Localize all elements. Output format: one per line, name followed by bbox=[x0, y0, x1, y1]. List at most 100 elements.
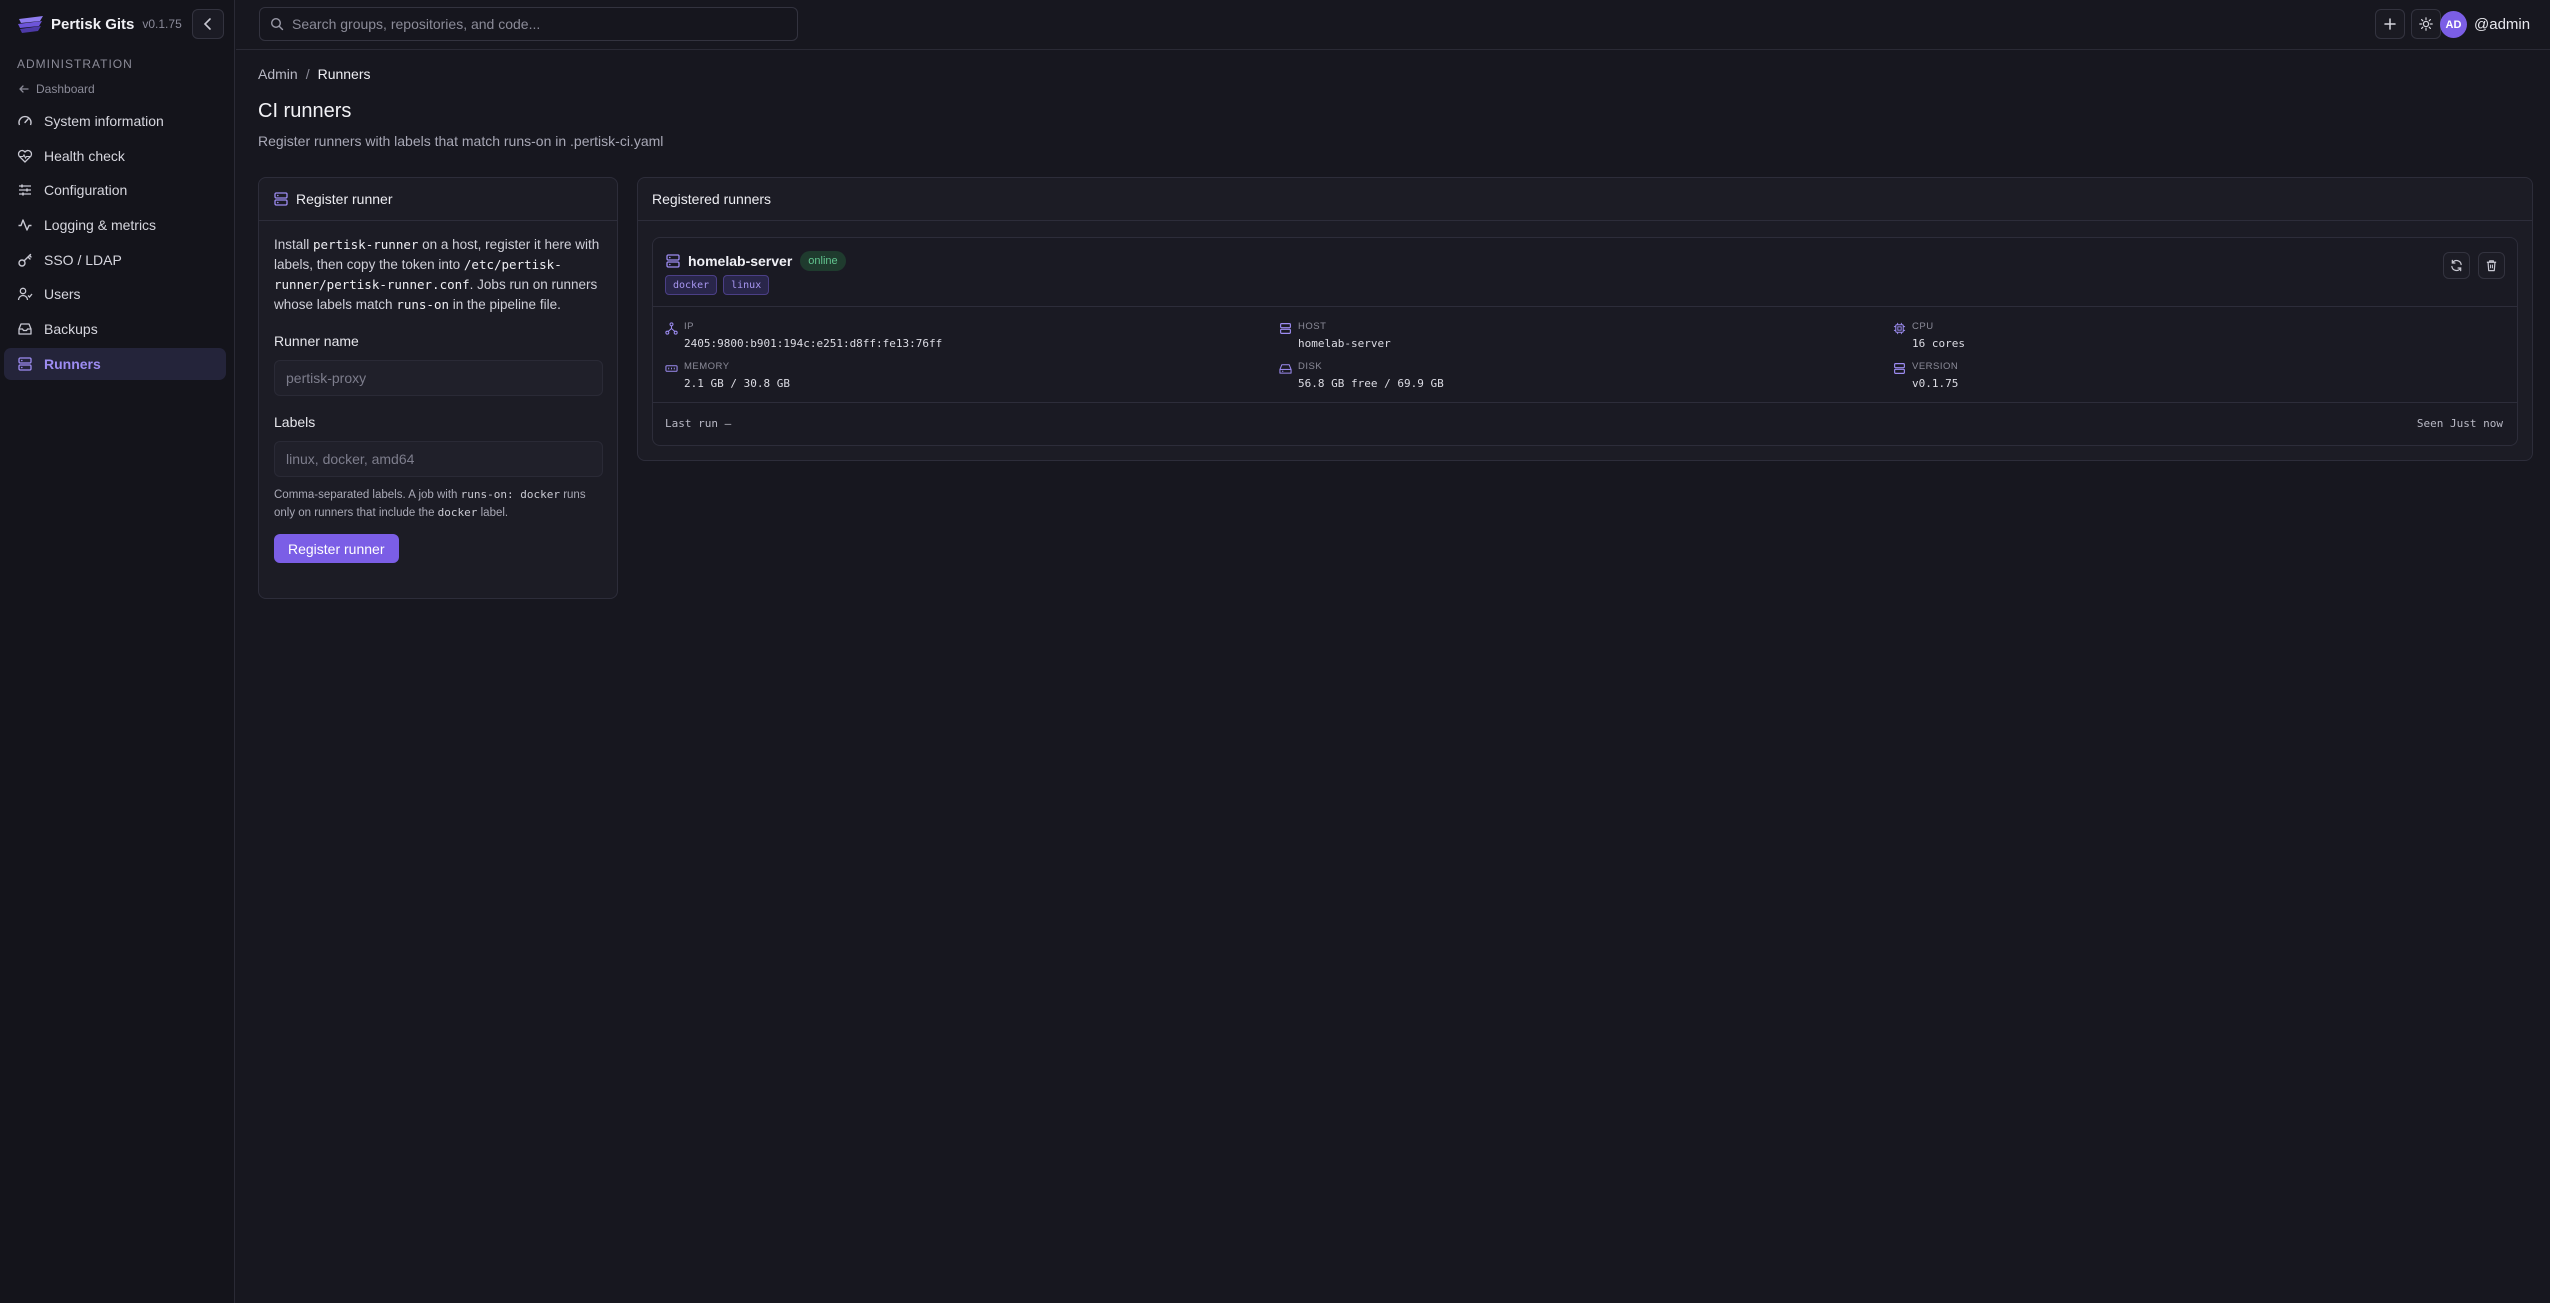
sidebar-item-runners[interactable]: Runners bbox=[4, 347, 226, 380]
chevron-left-icon bbox=[201, 17, 215, 31]
server-icon bbox=[17, 356, 33, 372]
server-icon bbox=[1893, 362, 1906, 375]
last-seen: Seen Just now bbox=[2416, 417, 2503, 430]
section-label: ADMINISTRATION bbox=[17, 57, 133, 71]
sidebar-item-label: Logging & metrics bbox=[44, 217, 157, 234]
sidebar-item-sso-ldap[interactable]: SSO / LDAP bbox=[4, 244, 226, 276]
refresh-runner-button[interactable] bbox=[2443, 252, 2470, 279]
sliders-icon bbox=[17, 182, 33, 198]
runner-card: homelab-server online docker linux IP 24… bbox=[652, 237, 2518, 446]
network-icon bbox=[665, 322, 678, 335]
theme-toggle-button[interactable] bbox=[2411, 9, 2441, 39]
stat-value: 56.8 GB free / 69.9 GB bbox=[1298, 377, 1444, 390]
breadcrumb-separator: / bbox=[305, 66, 310, 82]
search-input[interactable] bbox=[292, 16, 772, 32]
search-box[interactable] bbox=[259, 7, 798, 41]
sidebar-item-configuration[interactable]: Configuration bbox=[4, 174, 226, 206]
activity-icon bbox=[17, 217, 33, 233]
stat-label: IP bbox=[684, 321, 694, 332]
sidebar-item-label: Configuration bbox=[44, 182, 128, 199]
register-runner-button[interactable]: Register runner bbox=[274, 534, 399, 563]
sun-icon bbox=[2419, 17, 2433, 31]
arrow-left-icon bbox=[18, 83, 30, 95]
stat-version: VERSION v0.1.75 bbox=[1893, 361, 1958, 390]
runner-footer: Last run — Seen Just now bbox=[653, 403, 2517, 445]
runner-name-input[interactable] bbox=[274, 360, 603, 396]
sidebar-item-label: SSO / LDAP bbox=[44, 251, 122, 268]
key-icon bbox=[17, 252, 33, 268]
brand[interactable]: Pertisk Gits v0.1.75 bbox=[17, 12, 182, 36]
sidebar-item-logging-metrics[interactable]: Logging & metrics bbox=[4, 209, 226, 241]
avatar[interactable]: AD bbox=[2440, 11, 2467, 38]
runner-tag: docker bbox=[665, 275, 718, 295]
stat-label: CPU bbox=[1912, 321, 1934, 332]
delete-runner-button[interactable] bbox=[2478, 252, 2505, 279]
page-subtitle: Register runners with labels that match … bbox=[258, 133, 664, 149]
stat-ip: IP 2405:9800:b901:194c:e251:d8ff:fe13:76… bbox=[665, 321, 942, 350]
card-title: Register runner bbox=[296, 191, 393, 207]
hard-drive-icon bbox=[1279, 362, 1292, 375]
page-title: CI runners bbox=[258, 100, 352, 122]
topbar: AD @admin bbox=[236, 0, 2550, 50]
collapse-sidebar-button[interactable] bbox=[192, 9, 224, 39]
plus-icon bbox=[2383, 17, 2397, 31]
sidebar-item-users[interactable]: Users bbox=[4, 278, 226, 310]
breadcrumb-admin[interactable]: Admin bbox=[258, 66, 298, 82]
register-runner-header: Register runner bbox=[259, 178, 617, 221]
app-name: Pertisk Gits bbox=[51, 15, 135, 33]
runner-tags: docker linux bbox=[665, 275, 770, 295]
stat-value: 2.1 GB / 30.8 GB bbox=[684, 377, 790, 390]
status-badge: online bbox=[800, 251, 846, 271]
stat-label: MEMORY bbox=[684, 361, 730, 372]
archive-icon bbox=[17, 321, 33, 337]
registered-runners-card: Registered runners homelab-server online… bbox=[637, 177, 2533, 461]
cpu-icon bbox=[1893, 322, 1906, 335]
sidebar-item-system-information[interactable]: System information bbox=[4, 105, 226, 137]
logo-icon bbox=[17, 12, 45, 36]
username[interactable]: @admin bbox=[2474, 16, 2530, 33]
stat-host: HOST homelab-server bbox=[1279, 321, 1391, 350]
registered-runners-header: Registered runners bbox=[638, 178, 2532, 221]
register-runner-card: Register runner Install pertisk-runner o… bbox=[258, 177, 618, 599]
stat-value: 2405:9800:b901:194c:e251:d8ff:fe13:76ff bbox=[684, 337, 943, 350]
sidebar-item-label: Users bbox=[44, 286, 81, 303]
sidebar-item-label: System information bbox=[44, 113, 164, 129]
stat-disk: DISK 56.8 GB free / 69.9 GB bbox=[1279, 361, 1444, 390]
gauge-icon bbox=[17, 113, 33, 129]
register-instructions: Install pertisk-runner on a host, regist… bbox=[274, 237, 600, 312]
stat-cpu: CPU 16 cores bbox=[1893, 321, 1965, 350]
server-icon bbox=[1279, 322, 1292, 335]
server-icon bbox=[273, 191, 289, 207]
admin-nav: System information Health check Configur… bbox=[4, 105, 226, 383]
runner-stats: IP 2405:9800:b901:194c:e251:d8ff:fe13:76… bbox=[653, 307, 2517, 403]
labels-help-text: Comma-separated labels. A job with runs-… bbox=[274, 488, 586, 519]
sidebar-item-health-check[interactable]: Health check bbox=[4, 140, 226, 172]
labels-input[interactable] bbox=[274, 441, 603, 477]
breadcrumb: Admin / Runners bbox=[258, 66, 371, 82]
card-title: Registered runners bbox=[652, 191, 772, 207]
refresh-icon bbox=[2450, 259, 2463, 272]
runner-name: homelab-server bbox=[688, 253, 793, 269]
back-to-dashboard-link[interactable]: Dashboard bbox=[18, 82, 95, 96]
stat-value: v0.1.75 bbox=[1912, 377, 1959, 390]
server-icon bbox=[665, 253, 681, 269]
sidebar: Pertisk Gits v0.1.75 ADMINISTRATION Dash… bbox=[0, 0, 235, 1303]
heart-pulse-icon bbox=[17, 148, 33, 164]
stat-value: homelab-server bbox=[1298, 337, 1391, 350]
create-new-button[interactable] bbox=[2375, 9, 2405, 39]
sidebar-item-label: Health check bbox=[44, 147, 125, 164]
trash-icon bbox=[2485, 259, 2498, 272]
runner-tag: linux bbox=[723, 275, 770, 295]
runner-name-label: Runner name bbox=[274, 333, 359, 349]
sidebar-item-backups[interactable]: Backups bbox=[4, 313, 226, 345]
stat-memory: MEMORY 2.1 GB / 30.8 GB bbox=[665, 361, 790, 390]
stat-label: HOST bbox=[1298, 321, 1327, 332]
stat-label: DISK bbox=[1298, 361, 1323, 372]
sidebar-item-label: Backups bbox=[44, 321, 98, 338]
stat-value: 16 cores bbox=[1912, 337, 1965, 350]
stat-label: VERSION bbox=[1912, 361, 1959, 372]
back-link-label: Dashboard bbox=[36, 82, 95, 96]
memory-icon bbox=[665, 362, 678, 375]
app-version: v0.1.75 bbox=[142, 17, 182, 31]
users-icon bbox=[17, 286, 33, 302]
